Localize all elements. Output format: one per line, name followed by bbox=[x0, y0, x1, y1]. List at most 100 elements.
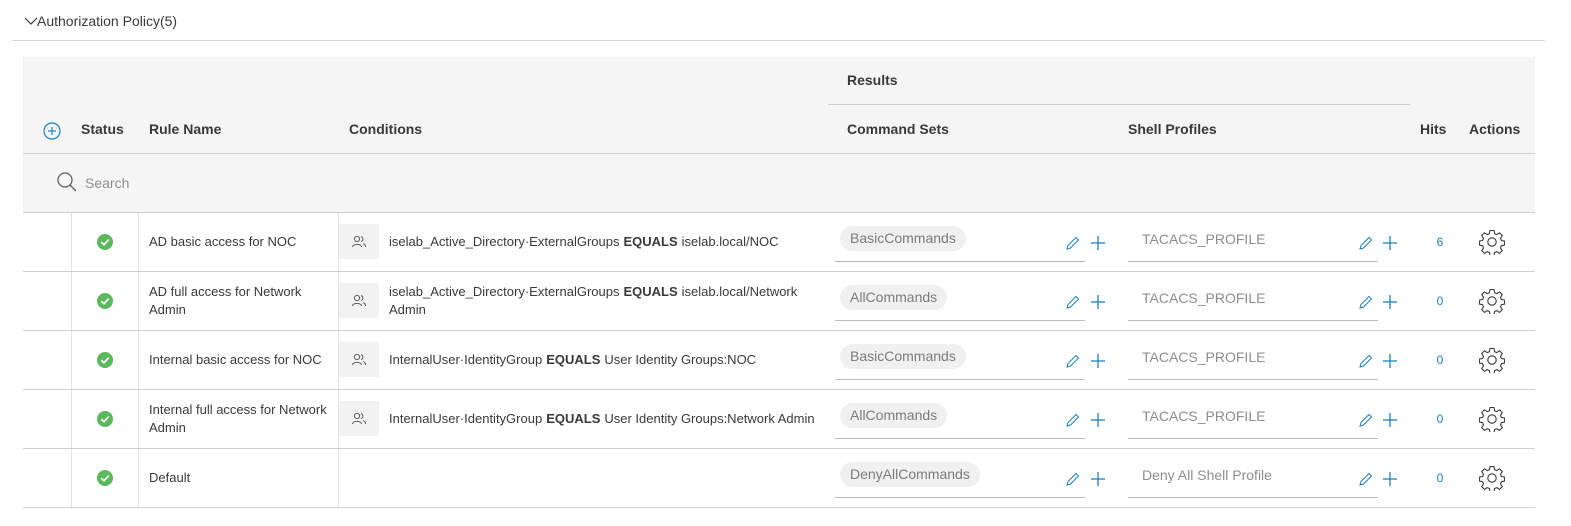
edit-shell-profile-icon[interactable] bbox=[1358, 412, 1374, 428]
add-command-set-icon[interactable] bbox=[1089, 234, 1107, 252]
column-rule-name[interactable]: Rule Name bbox=[149, 121, 221, 137]
column-divider bbox=[138, 272, 139, 330]
rule-name[interactable]: Internal basic access for NOC bbox=[149, 331, 329, 389]
add-shell-profile-icon[interactable] bbox=[1381, 470, 1399, 488]
user-group-icon bbox=[352, 294, 367, 306]
table-row[interactable]: AD basic access for NOC iselab_Active_Di… bbox=[23, 213, 1535, 272]
shell-profile-value: TACACS_PROFILE bbox=[1142, 408, 1266, 424]
command-set-select[interactable]: BasicCommands bbox=[835, 223, 1085, 262]
edit-shell-profile-icon[interactable] bbox=[1358, 471, 1374, 487]
shell-profile-select[interactable]: TACACS_PROFILE bbox=[1128, 282, 1378, 321]
gear-icon[interactable] bbox=[1479, 229, 1505, 255]
user-group-icon bbox=[352, 235, 367, 247]
gear-icon[interactable] bbox=[1479, 406, 1505, 432]
status-enabled-icon[interactable] bbox=[97, 234, 113, 250]
edit-command-set-icon[interactable] bbox=[1065, 412, 1081, 428]
status-enabled-icon[interactable] bbox=[97, 293, 113, 309]
user-group-icon bbox=[352, 412, 367, 424]
search-row bbox=[23, 154, 1535, 213]
add-command-set-icon[interactable] bbox=[1089, 293, 1107, 311]
gear-icon[interactable] bbox=[1479, 347, 1505, 373]
add-shell-profile-icon[interactable] bbox=[1381, 293, 1399, 311]
rule-name[interactable]: AD full access for Network Admin bbox=[149, 272, 329, 330]
column-status[interactable]: Status bbox=[81, 121, 124, 137]
edit-command-set-icon[interactable] bbox=[1065, 294, 1081, 310]
column-divider bbox=[138, 331, 139, 389]
column-divider bbox=[71, 331, 72, 389]
add-command-set-icon[interactable] bbox=[1089, 411, 1107, 429]
section-title: Authorization Policy(5) bbox=[37, 13, 178, 29]
table-row[interactable]: Internal full access for Network Admin I… bbox=[23, 390, 1535, 449]
table-body: AD basic access for NOC iselab_Active_Di… bbox=[23, 213, 1535, 508]
add-shell-profile-icon[interactable] bbox=[1381, 234, 1399, 252]
column-divider bbox=[71, 390, 72, 448]
command-set-select[interactable]: BasicCommands bbox=[835, 341, 1085, 380]
column-divider bbox=[71, 449, 72, 507]
edit-command-set-icon[interactable] bbox=[1065, 353, 1081, 369]
column-hits[interactable]: Hits bbox=[1420, 121, 1446, 137]
column-conditions[interactable]: Conditions bbox=[349, 121, 422, 137]
command-set-select[interactable]: DenyAllCommands bbox=[835, 459, 1085, 498]
column-command-sets[interactable]: Command Sets bbox=[847, 121, 949, 137]
shell-profile-select[interactable]: TACACS_PROFILE bbox=[1128, 341, 1378, 380]
command-set-chip: BasicCommands bbox=[840, 226, 966, 251]
shell-profile-value: Deny All Shell Profile bbox=[1142, 467, 1272, 483]
user-group-icon bbox=[352, 353, 367, 365]
condition-expression[interactable]: InternalUser·IdentityGroup EQUALS User Ide… bbox=[389, 390, 829, 448]
add-command-set-icon[interactable] bbox=[1089, 352, 1107, 370]
command-set-chip: BasicCommands bbox=[840, 344, 966, 369]
shell-profile-select[interactable]: Deny All Shell Profile bbox=[1128, 459, 1378, 498]
hits-count[interactable]: 6 bbox=[1429, 213, 1451, 271]
table-row[interactable]: Internal basic access for NOC InternalUs… bbox=[23, 331, 1535, 390]
gear-icon[interactable] bbox=[1479, 465, 1505, 491]
edit-shell-profile-icon[interactable] bbox=[1358, 235, 1374, 251]
hits-count[interactable]: 0 bbox=[1429, 272, 1451, 330]
add-rule-icon[interactable] bbox=[43, 122, 61, 140]
column-divider bbox=[338, 449, 339, 507]
shell-profile-select[interactable]: TACACS_PROFILE bbox=[1128, 223, 1378, 262]
status-enabled-icon[interactable] bbox=[97, 352, 113, 368]
condition-icon-box[interactable] bbox=[339, 283, 379, 318]
condition-icon-box[interactable] bbox=[339, 342, 379, 377]
table-row[interactable]: AD full access for Network Admin iselab_… bbox=[23, 272, 1535, 331]
column-divider bbox=[71, 272, 72, 330]
rule-name[interactable]: Internal full access for Network Admin bbox=[149, 390, 329, 448]
condition-icon-box[interactable] bbox=[339, 224, 379, 259]
command-set-chip: AllCommands bbox=[840, 285, 948, 310]
column-actions: Actions bbox=[1469, 121, 1521, 137]
search-input[interactable] bbox=[83, 170, 387, 196]
edit-command-set-icon[interactable] bbox=[1065, 471, 1081, 487]
condition-expression[interactable]: iselab_Active_Directory·ExternalGroups EQ… bbox=[389, 213, 829, 271]
command-set-chip: DenyAllCommands bbox=[840, 462, 980, 487]
column-shell-profiles[interactable]: Shell Profiles bbox=[1128, 121, 1217, 137]
add-command-set-icon[interactable] bbox=[1089, 470, 1107, 488]
results-divider bbox=[828, 104, 1410, 105]
gear-icon[interactable] bbox=[1479, 288, 1505, 314]
command-set-select[interactable]: AllCommands bbox=[835, 282, 1085, 321]
rule-name[interactable]: AD basic access for NOC bbox=[149, 213, 329, 271]
table-row[interactable]: Default DenyAllCommands Deny All Shell P… bbox=[23, 449, 1535, 508]
condition-expression[interactable]: iselab_Active_Directory·ExternalGroups EQ… bbox=[389, 272, 829, 330]
add-shell-profile-icon[interactable] bbox=[1381, 352, 1399, 370]
condition-icon-box[interactable] bbox=[339, 401, 379, 436]
add-shell-profile-icon[interactable] bbox=[1381, 411, 1399, 429]
edit-shell-profile-icon[interactable] bbox=[1358, 294, 1374, 310]
hits-count[interactable]: 0 bbox=[1429, 449, 1451, 507]
section-header[interactable]: Authorization Policy(5) bbox=[12, 0, 1545, 41]
condition-expression[interactable]: InternalUser·IdentityGroup EQUALS User Ide… bbox=[389, 331, 829, 389]
shell-profile-value: TACACS_PROFILE bbox=[1142, 290, 1266, 306]
status-enabled-icon[interactable] bbox=[97, 470, 113, 486]
hits-count[interactable]: 0 bbox=[1429, 331, 1451, 389]
rule-name[interactable]: Default bbox=[149, 449, 329, 507]
shell-profile-value: TACACS_PROFILE bbox=[1142, 231, 1266, 247]
edit-command-set-icon[interactable] bbox=[1065, 235, 1081, 251]
shell-profile-value: TACACS_PROFILE bbox=[1142, 349, 1266, 365]
edit-shell-profile-icon[interactable] bbox=[1358, 353, 1374, 369]
column-group-results: Results bbox=[847, 72, 898, 88]
hits-count[interactable]: 0 bbox=[1429, 390, 1451, 448]
search-icon bbox=[57, 172, 77, 192]
command-set-select[interactable]: AllCommands bbox=[835, 400, 1085, 439]
shell-profile-select[interactable]: TACACS_PROFILE bbox=[1128, 400, 1378, 439]
column-divider bbox=[71, 213, 72, 271]
status-enabled-icon[interactable] bbox=[97, 411, 113, 427]
